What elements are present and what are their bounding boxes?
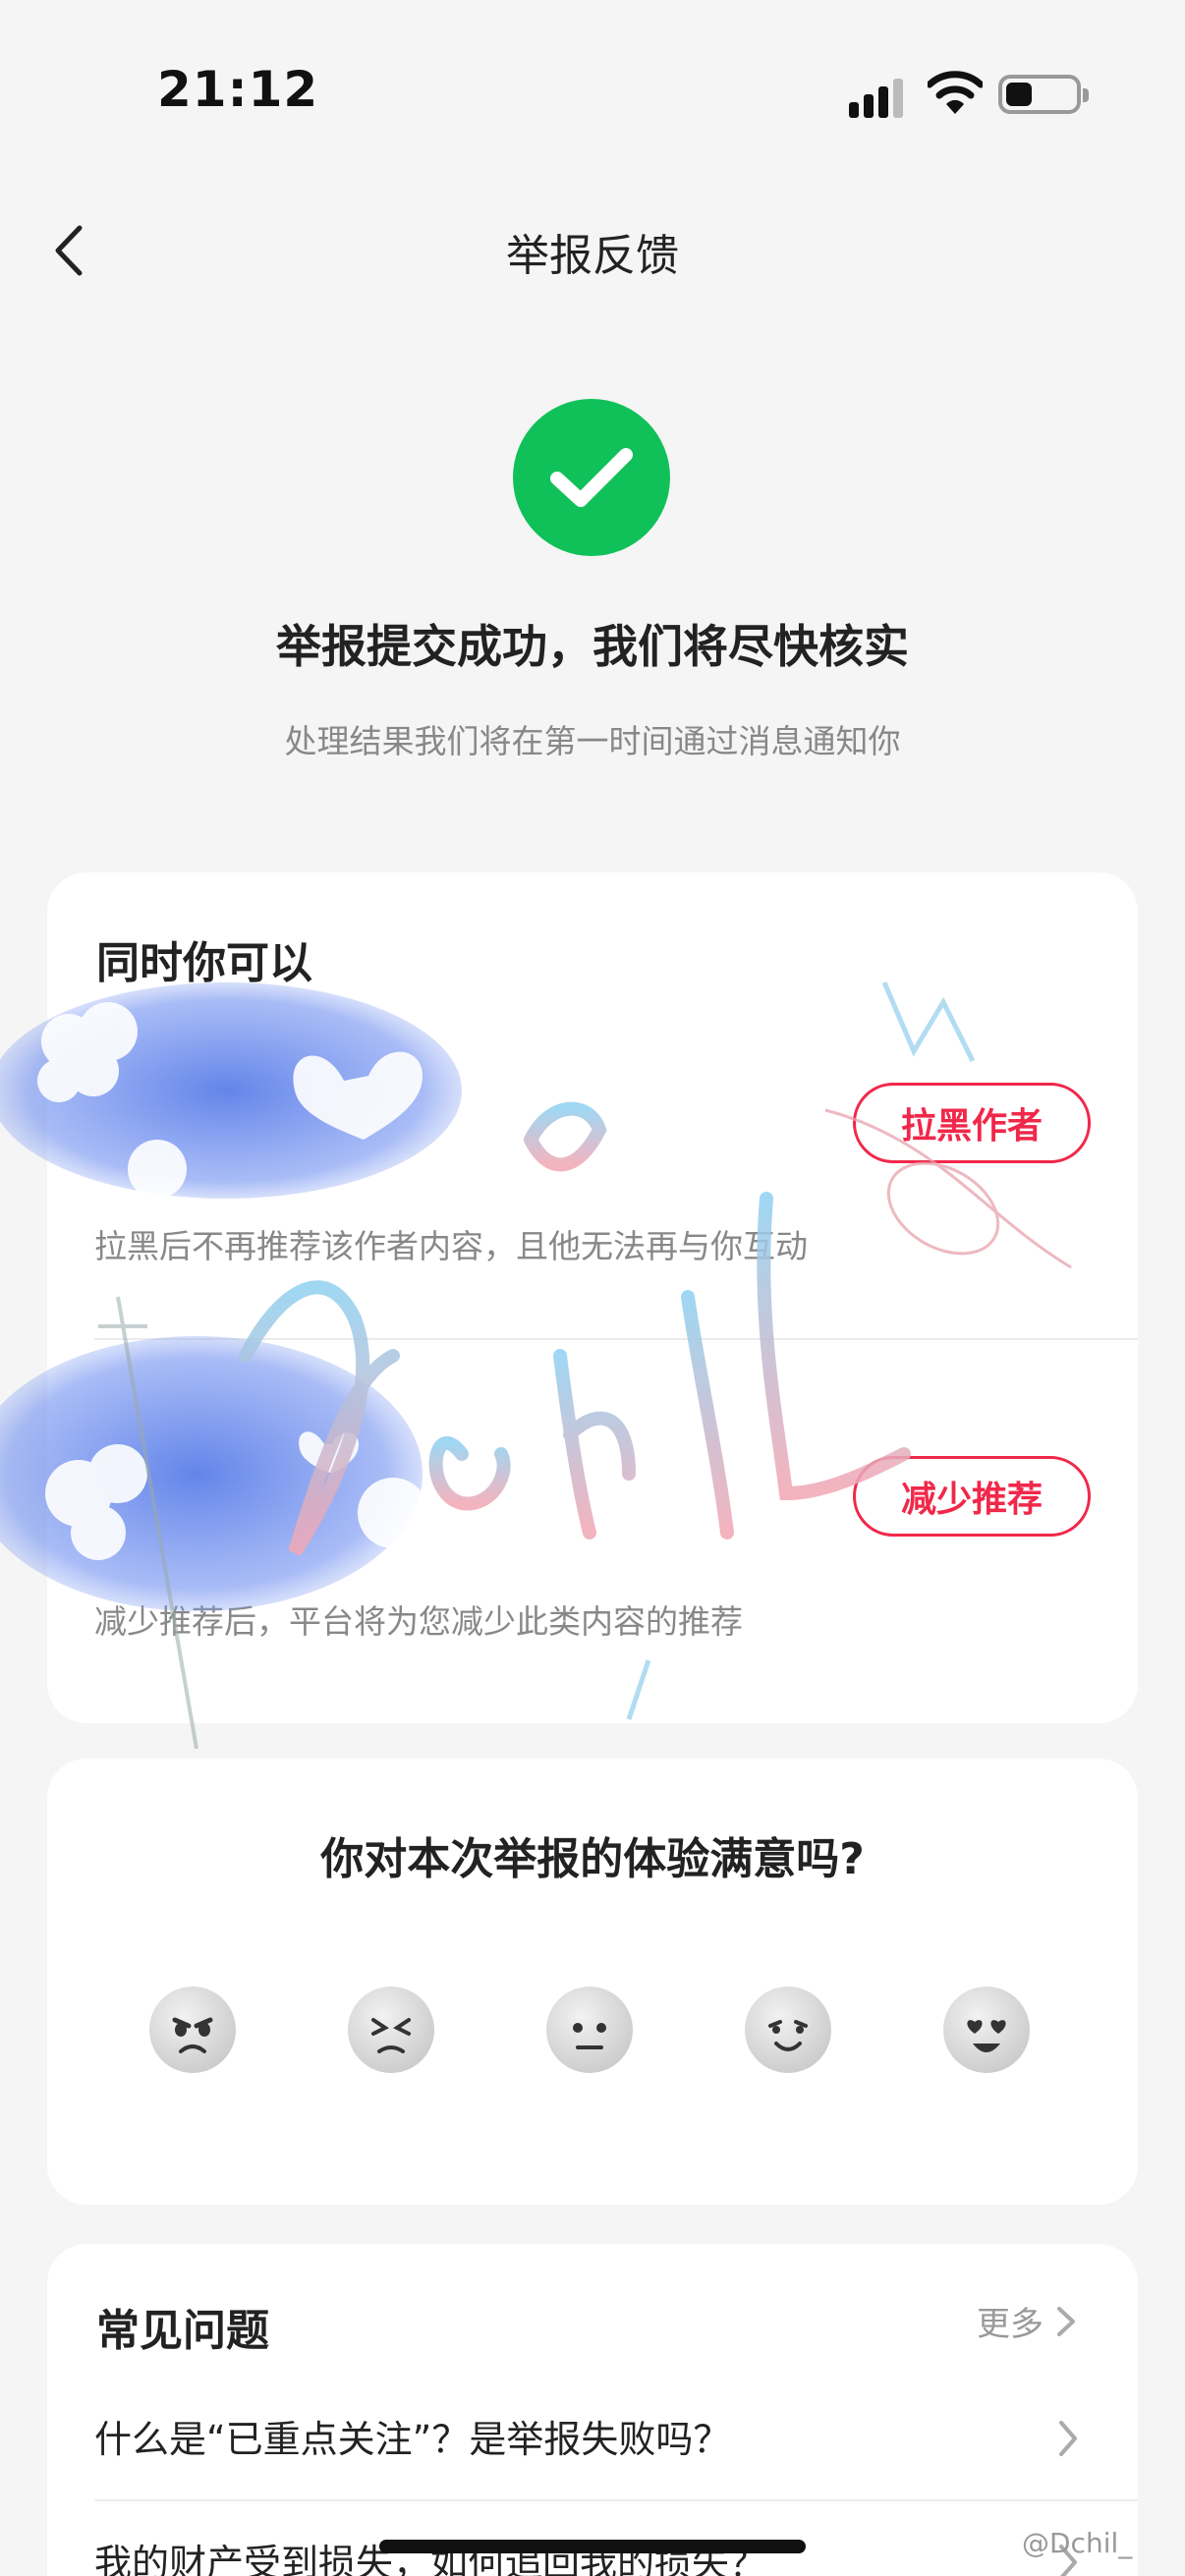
faq-item[interactable]: 什么是“已重点关注”？是举报失败吗？ bbox=[94, 2380, 1138, 2497]
satisfied-icon[interactable] bbox=[745, 1987, 831, 2073]
status-bar: 21:12 bbox=[0, 0, 1185, 187]
dissatisfied-icon[interactable] bbox=[348, 1987, 434, 2073]
survey-card: 你对本次举报的体验满意吗? bbox=[47, 1759, 1138, 2205]
faq-item-text: 什么是“已重点关注”？是举报失败吗？ bbox=[94, 2418, 731, 2461]
survey-title: 你对本次举报的体验满意吗? bbox=[320, 1834, 865, 1884]
result-subtitle: 处理结果我们将在第一时间通过消息通知你 bbox=[284, 722, 901, 760]
block-author-button[interactable]: 拉黑作者 bbox=[853, 1083, 1091, 1163]
divider bbox=[94, 2499, 1138, 2501]
watermark-tag: @Dchil_ bbox=[1022, 2527, 1133, 2559]
wifi-icon bbox=[926, 69, 985, 118]
status-time: 21:12 bbox=[157, 61, 319, 118]
faq-heading: 常见问题 bbox=[96, 2306, 269, 2356]
neutral-icon[interactable] bbox=[546, 1987, 633, 2073]
chevron-right-icon bbox=[1057, 2306, 1075, 2336]
cellular-signal-icon bbox=[849, 75, 908, 118]
faq-card: 常见问题 更多 什么是“已重点关注”？是举报失败吗？ 我的财产受到损失，如何追回… bbox=[47, 2244, 1138, 2576]
actions-heading: 同时你可以 bbox=[96, 938, 312, 988]
rating-row bbox=[149, 1987, 1034, 2075]
faq-more-label: 更多 bbox=[977, 2305, 1044, 2344]
very-dissatisfied-icon[interactable] bbox=[149, 1987, 236, 2073]
very-satisfied-icon[interactable] bbox=[943, 1987, 1030, 2073]
battery-icon bbox=[998, 75, 1089, 114]
faq-more-link[interactable]: 更多 bbox=[977, 2297, 1079, 2345]
reduce-recommend-button[interactable]: 减少推荐 bbox=[853, 1456, 1091, 1537]
nav-bar: 举报反馈 bbox=[0, 187, 1185, 314]
result-title: 举报提交成功，我们将尽快核实 bbox=[276, 620, 909, 673]
home-indicator[interactable] bbox=[379, 2540, 806, 2553]
chevron-right-icon bbox=[1059, 2421, 1077, 2456]
block-author-desc: 拉黑后不再推荐该作者内容，且他无法再与你互动 bbox=[94, 1227, 808, 1265]
success-check-icon bbox=[513, 399, 670, 556]
reduce-recommend-desc: 减少推荐后，平台将为您减少此类内容的推荐 bbox=[94, 1602, 743, 1641]
page-title: 举报反馈 bbox=[506, 231, 679, 281]
actions-card: 同时你可以 拉黑作者 拉黑后不再推荐该作者内容，且他无法再与你互动 减少推荐 减… bbox=[47, 872, 1138, 1723]
divider bbox=[94, 1338, 1138, 1340]
